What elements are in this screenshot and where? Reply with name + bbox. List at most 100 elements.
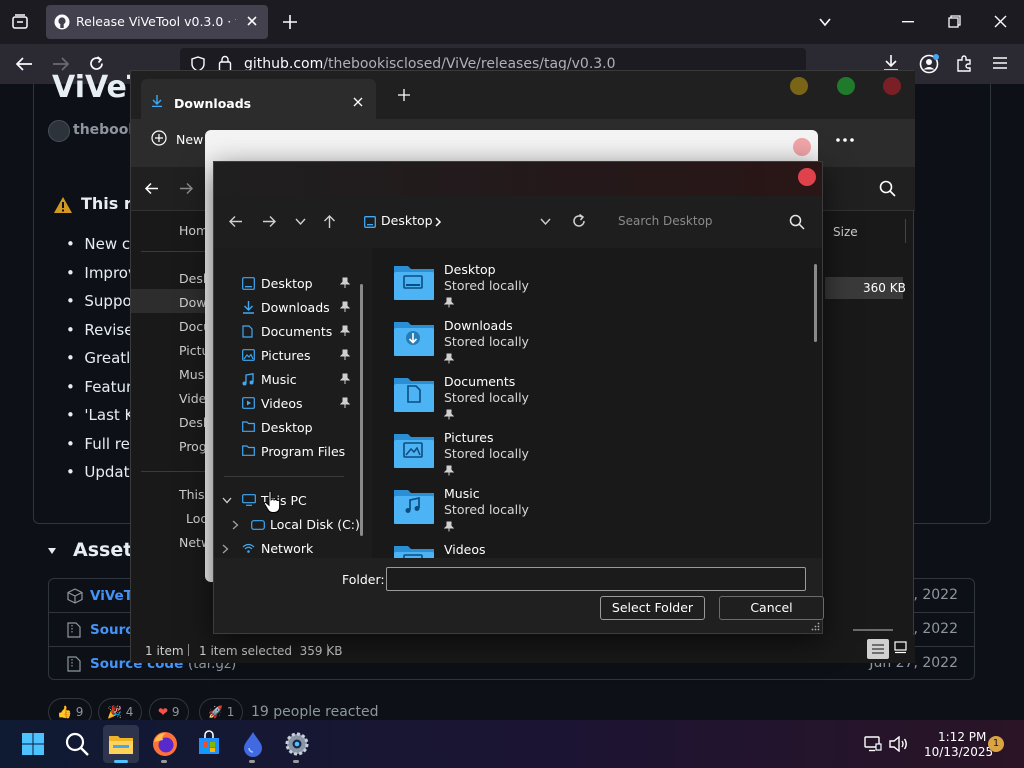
menu-icon[interactable] (993, 57, 1007, 69)
close-dot[interactable] (798, 168, 816, 186)
sidebar-item-program-files[interactable]: Program Files (214, 440, 364, 464)
reactions-summary: 19 people reacted (251, 704, 379, 720)
close-tab-icon[interactable] (245, 14, 259, 28)
status-divider (188, 644, 189, 656)
account-icon[interactable] (919, 54, 939, 74)
search-icon[interactable] (63, 730, 91, 758)
running-app-indicator (249, 760, 255, 763)
resize-grip-icon[interactable] (811, 622, 820, 631)
minimize-icon[interactable] (902, 21, 914, 23)
refresh-icon[interactable] (571, 213, 587, 229)
breadcrumb-chevron-icon[interactable] (434, 217, 442, 227)
expand-chevron-icon[interactable] (222, 497, 232, 504)
expand-chevron-icon[interactable] (232, 520, 239, 530)
network-monitor-icon[interactable] (864, 736, 882, 752)
extensions-icon[interactable] (956, 55, 973, 72)
sidebar-item-pictures[interactable]: Pictures (214, 344, 364, 368)
folder-status: Stored locally (444, 390, 529, 405)
file-zip-icon (67, 622, 81, 638)
minimize-dot[interactable] (790, 77, 808, 95)
folder-item[interactable]: Music Stored locally (392, 486, 692, 538)
expand-chevron-icon[interactable] (222, 544, 229, 554)
folder-item[interactable]: Pictures Stored locally (392, 430, 692, 482)
close-dot[interactable] (883, 77, 901, 95)
up-arrow-icon[interactable] (323, 214, 336, 229)
folder-status: Stored locally (444, 446, 529, 461)
new-button[interactable]: New (176, 132, 203, 147)
chevron-down-icon[interactable] (818, 15, 832, 29)
notification-badge[interactable]: 1 (988, 736, 1004, 752)
start-windows-icon[interactable] (19, 730, 47, 758)
store-icon[interactable] (195, 730, 223, 758)
pin-icon (444, 521, 454, 532)
browser-tab[interactable]: Release ViVeTool v0.3.0 · thebookisclose… (46, 5, 268, 39)
sidebar-item-documents[interactable]: Documents (214, 320, 364, 344)
app-drop-icon[interactable] (239, 730, 267, 758)
tiles-view-icon[interactable] (894, 641, 907, 654)
sidebar-item-downloads[interactable]: Downloads (214, 296, 364, 320)
sidebar-item-videos[interactable]: Videos (214, 392, 364, 416)
folder-item[interactable]: Desktop Stored locally (392, 262, 692, 314)
bullet-item: • New co (66, 235, 140, 253)
restore-icon[interactable] (948, 15, 961, 28)
folder-name-input[interactable] (386, 567, 806, 591)
folder-name: Desktop (444, 262, 496, 277)
pin-icon (444, 465, 454, 476)
back-arrow-icon[interactable] (228, 215, 243, 228)
search-icon[interactable] (879, 180, 896, 197)
close-dot[interactable] (793, 138, 811, 156)
clock-time[interactable]: 1:12 PM (938, 730, 986, 744)
tab-list-icon[interactable] (11, 13, 29, 31)
folder-name: Music (444, 486, 480, 501)
active-app-indicator (114, 760, 128, 763)
volume-icon[interactable] (888, 736, 908, 752)
select-folder-button[interactable]: Select Folder (600, 596, 705, 620)
folder-name: Pictures (444, 430, 494, 445)
back-arrow-icon[interactable] (144, 182, 159, 195)
more-options-icon[interactable] (836, 138, 854, 142)
folder-item[interactable]: Documents Stored locally (392, 374, 692, 426)
search-icon[interactable] (789, 214, 805, 230)
author-avatar[interactable] (48, 120, 70, 142)
pin-icon (340, 277, 350, 289)
folder-status: Stored locally (444, 502, 529, 517)
status-item-count: 1 item (145, 644, 184, 658)
folder-label: Folder: (342, 572, 385, 587)
assets-caret-icon[interactable] (47, 546, 57, 556)
details-view-icon[interactable] (867, 639, 889, 659)
forward-arrow-icon[interactable] (179, 182, 194, 195)
sidebar-scrollbar[interactable] (360, 284, 363, 536)
sidebar-item-music[interactable]: Music (214, 368, 364, 392)
recent-chevron-icon[interactable] (295, 216, 306, 227)
clock-date[interactable]: 10/13/2025 (924, 745, 993, 759)
settings-gear-icon[interactable] (283, 730, 311, 758)
new-plus-icon[interactable] (151, 130, 167, 146)
search-input[interactable]: Search Desktop (618, 214, 713, 228)
sidebar-item-desktop[interactable]: Desktop (214, 272, 364, 296)
new-tab-icon[interactable] (282, 14, 298, 30)
column-header-size[interactable]: Size (833, 225, 858, 239)
desktop-icon (364, 216, 376, 228)
close-tab-icon[interactable] (353, 97, 363, 107)
content-scrollbar[interactable] (814, 264, 817, 342)
new-tab-icon[interactable] (398, 89, 410, 101)
file-explorer-icon[interactable] (107, 730, 135, 758)
breadcrumb-item[interactable]: Desktop (381, 213, 433, 228)
tree-item-local-disk[interactable]: Local Disk (C:) (214, 513, 364, 537)
close-window-icon[interactable] (994, 15, 1007, 28)
maximize-dot[interactable] (837, 77, 855, 95)
search-box[interactable]: Search Desktop (606, 205, 814, 239)
back-arrow-icon[interactable] (15, 56, 33, 72)
pin-icon (444, 409, 454, 420)
cancel-button[interactable]: Cancel (719, 596, 824, 620)
folder-item[interactable]: Downloads Stored locally (392, 318, 692, 370)
breadcrumb[interactable]: Desktop (354, 205, 562, 239)
package-icon (67, 588, 83, 604)
folder-status: Stored locally (444, 334, 529, 349)
firefox-icon[interactable] (151, 730, 179, 758)
sidebar-item-desktop-2[interactable]: Desktop (214, 416, 364, 440)
tree-item-this-pc[interactable]: This PC (214, 489, 364, 513)
address-dropdown-icon[interactable] (540, 218, 551, 226)
explorer-tab[interactable]: Downloads (141, 79, 376, 119)
forward-arrow-icon[interactable] (262, 215, 277, 228)
